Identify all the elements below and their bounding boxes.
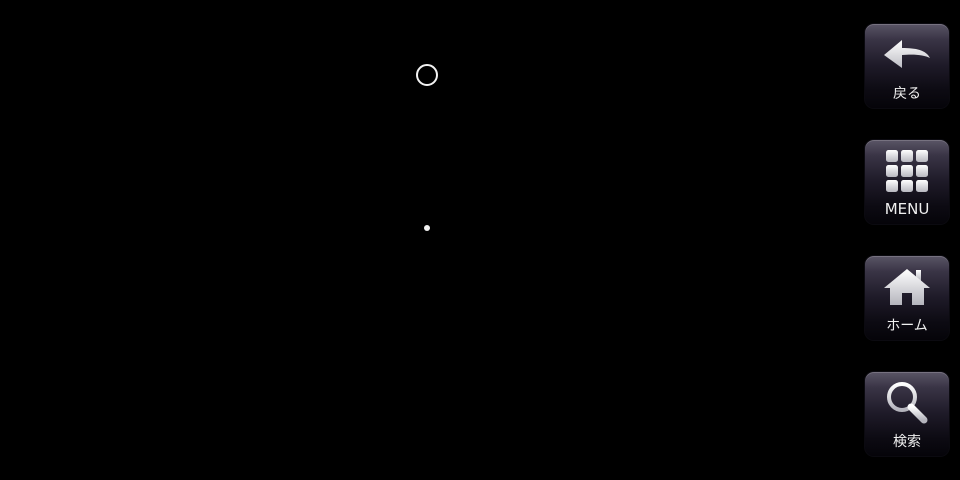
loading-ring-indicator — [416, 64, 438, 86]
back-button[interactable]: 戻る — [865, 24, 949, 108]
house-icon — [865, 264, 949, 310]
search-button-label: 検索 — [893, 434, 921, 450]
magnifier-icon — [865, 380, 949, 426]
home-button[interactable]: ホーム — [865, 256, 949, 340]
menu-button-label: MENU — [884, 200, 930, 218]
back-button-label: 戻る — [893, 86, 921, 102]
home-button-label: ホーム — [886, 318, 928, 334]
app-screen: 戻る MENU ホーム 検索 — [0, 0, 960, 480]
loading-dot-indicator — [424, 225, 430, 231]
search-button[interactable]: 検索 — [865, 372, 949, 456]
menu-button[interactable]: MENU — [865, 140, 949, 224]
grid-menu-icon — [865, 148, 949, 194]
back-arrow-icon — [865, 32, 949, 78]
